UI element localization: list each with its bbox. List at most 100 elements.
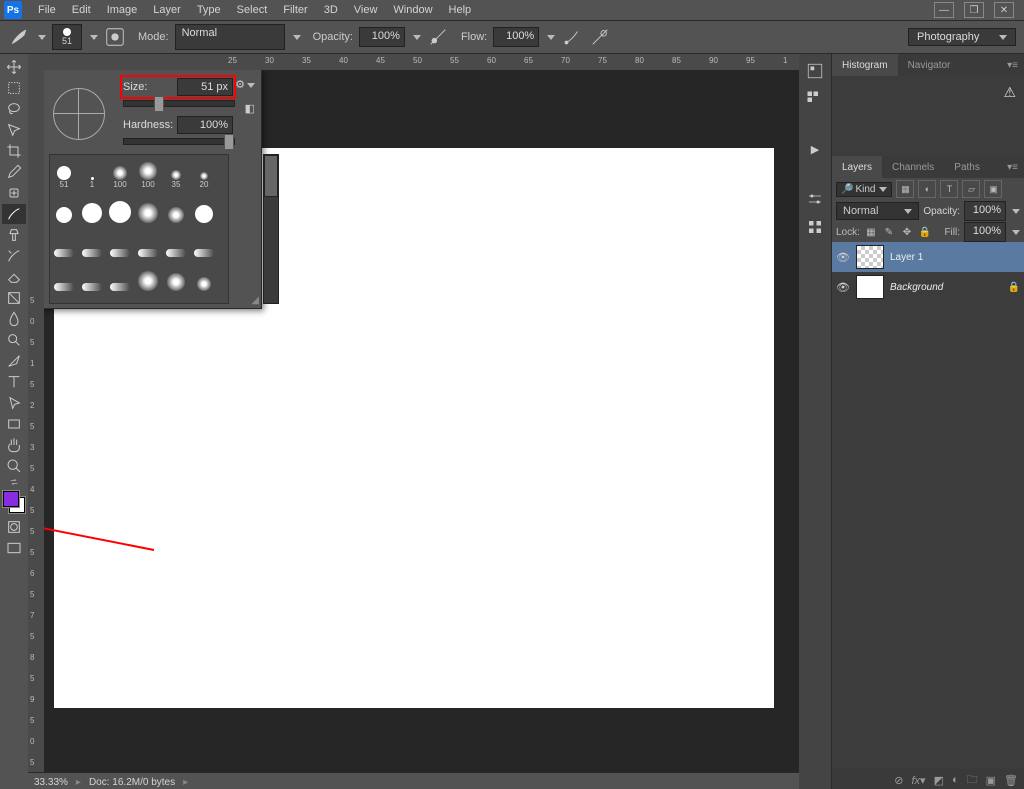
brush-preset[interactable] [162,291,190,304]
brush-preset[interactable]: 100 [134,155,162,189]
brush-tool-icon[interactable] [8,26,30,48]
brush-tool[interactable] [2,204,26,224]
brush-preset[interactable] [162,257,190,291]
blur-tool[interactable] [2,309,26,329]
brush-preset[interactable]: 100 [106,155,134,189]
airbrush-toggle-icon[interactable] [561,26,583,48]
brush-preset[interactable] [190,223,218,257]
window-restore-button[interactable]: ❐ [964,2,984,18]
menu-window[interactable]: Window [385,4,440,16]
tab-navigator[interactable]: Navigator [898,54,961,76]
dodge-tool[interactable] [2,330,26,350]
brush-preset[interactable] [190,189,218,223]
marquee-tool[interactable] [2,78,26,98]
tab-histogram[interactable]: Histogram [832,54,898,76]
lock-all-icon[interactable]: 🔒 [918,225,932,239]
brush-hardness-input[interactable]: 100% [177,116,233,134]
brush-preset[interactable] [190,257,218,291]
histogram-panel-menu-icon[interactable]: ▾≡ [1001,60,1024,71]
flow-input[interactable]: 100% [493,27,539,47]
opacity-caret[interactable] [413,35,421,40]
document-info[interactable]: Doc: 16.2M/0 bytes [89,777,175,788]
brush-preset[interactable]: 25 [106,291,134,304]
menu-edit[interactable]: Edit [64,4,99,16]
brush-preset[interactable] [134,223,162,257]
brush-preset[interactable] [162,223,190,257]
layer-visibility-icon[interactable]: 👁 [836,280,850,294]
brush-hardness-slider[interactable] [123,138,235,145]
tablet-pressure-opacity-icon[interactable] [427,26,449,48]
menu-select[interactable]: Select [229,4,276,16]
tab-layers[interactable]: Layers [832,156,882,178]
adjustments-panel-icon[interactable] [804,188,826,210]
hand-tool[interactable] [2,435,26,455]
menu-type[interactable]: Type [189,4,229,16]
tool-dropdown-caret[interactable] [38,35,46,40]
layer-name[interactable]: Background [890,282,943,293]
menu-file[interactable]: File [30,4,64,16]
brush-angle-control[interactable] [53,88,105,140]
new-group-icon[interactable]: 🗀 [967,771,978,789]
screen-mode-toggle[interactable] [2,538,26,558]
brush-panel-new-preset-icon[interactable]: ◧ [245,102,255,115]
healing-brush-tool[interactable] [2,183,26,203]
lock-transparency-icon[interactable]: ▦ [864,225,878,239]
type-tool[interactable] [2,372,26,392]
menu-help[interactable]: Help [441,4,480,16]
menu-3d[interactable]: 3D [316,4,346,16]
filter-type-icon[interactable]: T [940,180,958,198]
tablet-pressure-size-icon[interactable] [589,26,611,48]
window-close-button[interactable]: ✕ [994,2,1014,18]
layer-visibility-icon[interactable]: 👁 [836,250,850,264]
new-layer-icon[interactable]: ▣ [986,774,996,787]
layers-panel-menu-icon[interactable]: ▾≡ [1001,162,1024,173]
menu-filter[interactable]: Filter [275,4,315,16]
panel-resize-grip[interactable]: ◢ [251,295,259,306]
color-swatches[interactable] [3,491,25,513]
layer-mask-icon[interactable]: ◩ [934,774,944,787]
layer-opacity-input[interactable]: 100% [964,201,1006,221]
brush-preset[interactable] [78,257,106,291]
delete-layer-icon[interactable]: 🗑 [1004,774,1018,787]
color-panel-icon[interactable] [804,60,826,82]
layer-name[interactable]: Layer 1 [890,252,923,263]
layer-thumbnail[interactable] [856,275,884,299]
filter-adjust-icon[interactable]: ◐ [918,180,936,198]
document-viewport[interactable]: Size: 51 px Hardness: 100% ⚙ ◧ 51 1 100 … [44,70,800,773]
styles-panel-icon[interactable] [804,216,826,238]
swatches-panel-icon[interactable] [804,88,826,110]
link-layers-icon[interactable]: ⊘ [894,774,903,787]
brush-size-input[interactable]: 51 px [177,78,233,96]
foreground-color-swatch[interactable] [3,491,19,507]
lasso-tool[interactable] [2,99,26,119]
tab-channels[interactable]: Channels [882,156,944,178]
window-minimize-button[interactable]: — [934,2,954,18]
brush-preset[interactable]: 51 [50,155,78,189]
flow-caret[interactable] [547,35,555,40]
layer-style-icon[interactable]: fx▾ [911,774,925,787]
brush-panel-toggle-icon[interactable] [104,26,126,48]
brush-panel-gear-icon[interactable]: ⚙ [235,78,255,91]
menu-image[interactable]: Image [99,4,146,16]
new-adjustment-icon[interactable]: ◐ [952,774,959,786]
brush-preset[interactable] [50,291,78,304]
blend-mode-select[interactable]: Normal [175,24,285,50]
brush-preset[interactable] [106,223,134,257]
zoom-level[interactable]: 33.33% [34,777,68,788]
mode-caret[interactable] [293,35,301,40]
brush-preset[interactable] [50,223,78,257]
layer-filter-kind-select[interactable]: 🔎Kind [836,182,892,197]
brush-preset-picker-button[interactable]: 51 [52,24,82,50]
quick-mask-toggle[interactable] [2,517,26,537]
tab-paths[interactable]: Paths [944,156,990,178]
zoom-tool[interactable] [2,456,26,476]
lock-pixels-icon[interactable]: ✎ [882,225,896,239]
layer-thumbnail[interactable] [856,245,884,269]
history-panel-icon[interactable]: ▶ [804,138,826,160]
swap-colors-icon[interactable] [2,477,26,487]
brush-preset[interactable] [106,189,134,223]
layer-fill-input[interactable]: 100% [964,222,1006,242]
brush-preset[interactable] [134,257,162,291]
brush-size-slider[interactable] [123,100,235,107]
eyedropper-tool[interactable] [2,162,26,182]
